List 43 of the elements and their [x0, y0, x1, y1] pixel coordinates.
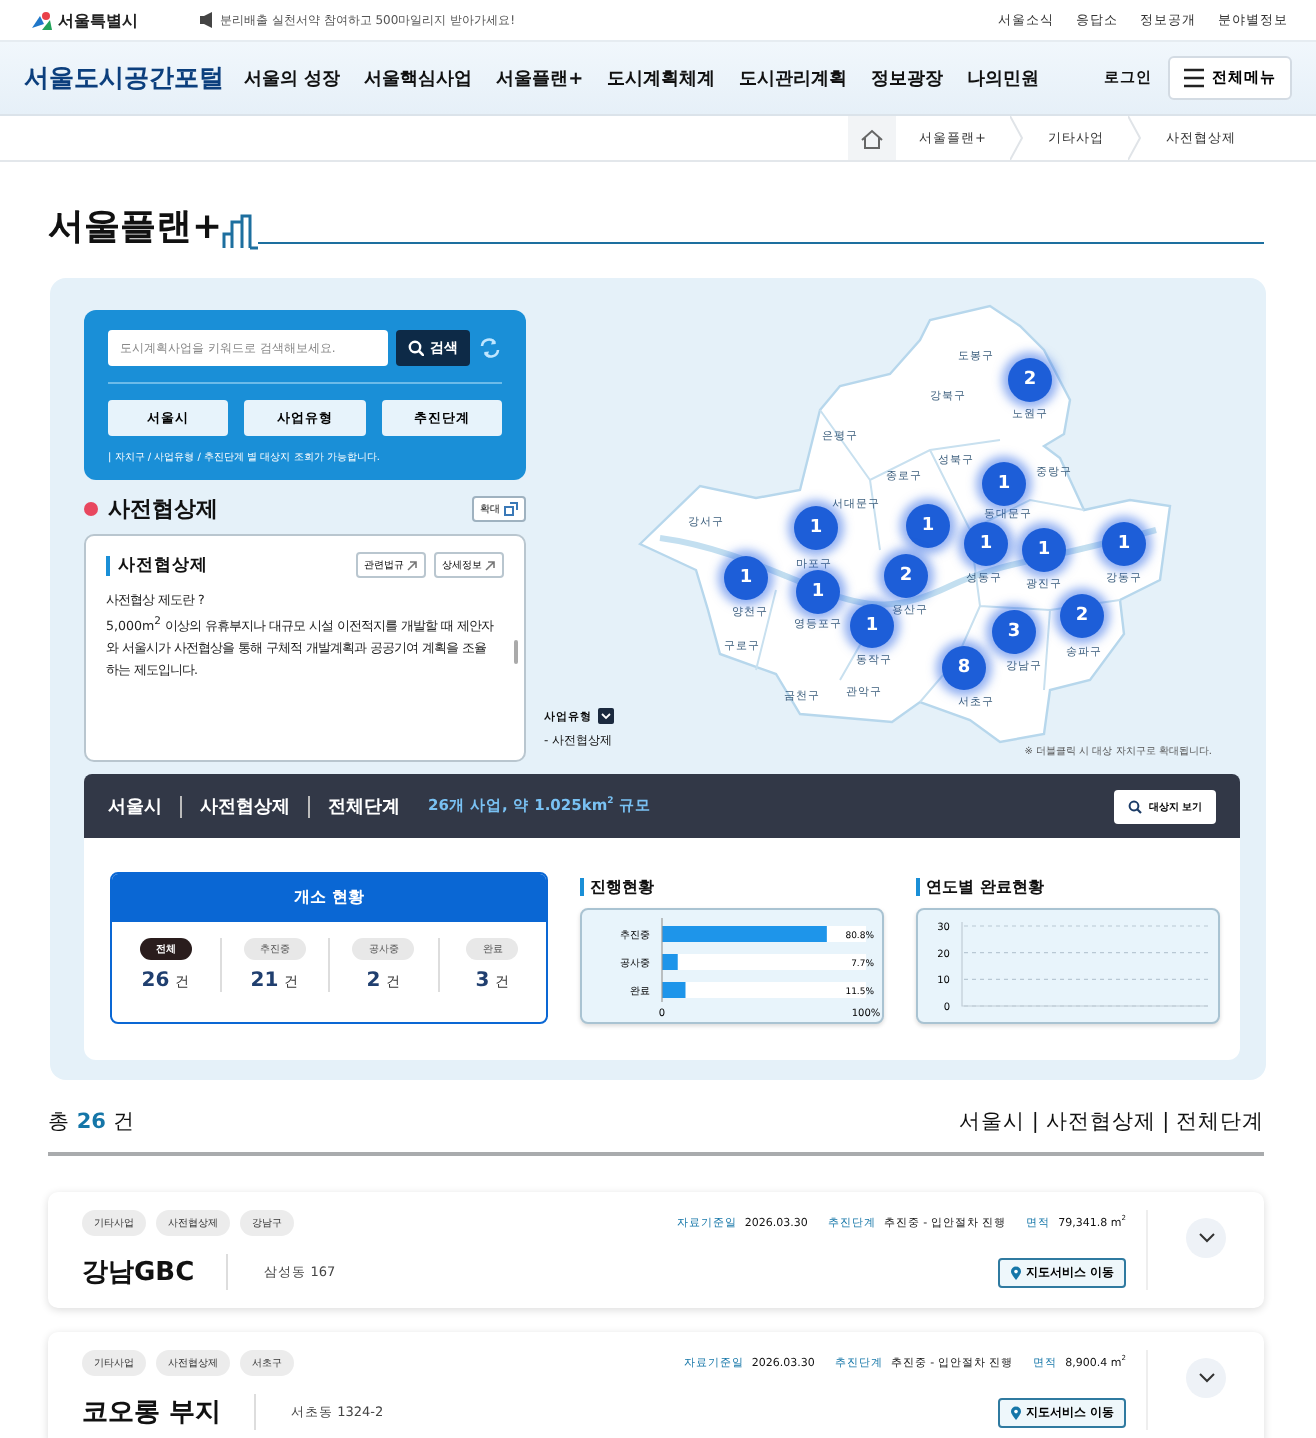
chevron-down-icon	[1197, 1232, 1215, 1244]
dropdown-icon[interactable]	[598, 708, 614, 724]
info-card-title: 사전협상제	[118, 553, 208, 577]
logo-text[interactable]: 서울특별시	[58, 9, 138, 31]
nav-menu-item[interactable]: 도시관리계획	[739, 65, 848, 91]
chart-title: 연도별 완료현황	[926, 876, 1044, 898]
chart-title: 진행현황	[590, 876, 654, 898]
nav-menu-item[interactable]: 도시계획체계	[607, 65, 716, 91]
project-name[interactable]: 코오롱 부지	[82, 1394, 256, 1430]
expand-icon	[504, 502, 518, 516]
megaphone-icon	[198, 10, 214, 30]
skyline-icon	[222, 210, 259, 250]
summary-filter: 전체단계	[328, 795, 400, 819]
external-link-icon	[484, 559, 496, 571]
expand-toggle-button[interactable]	[1186, 1218, 1226, 1258]
page-title: 서울플랜+	[48, 206, 223, 250]
nav-menu-item[interactable]: 서울플랜+	[496, 65, 584, 91]
category-dot-icon	[84, 502, 98, 516]
refresh-icon[interactable]	[478, 336, 502, 360]
external-link-icon	[406, 559, 418, 571]
location-pin-icon	[1009, 1405, 1022, 1419]
progress-bar	[662, 982, 686, 998]
scrollbar[interactable]	[514, 640, 518, 664]
location-pin-icon	[1009, 1265, 1022, 1279]
menu-icon	[1184, 68, 1204, 88]
nav-menu-item[interactable]: 서울의 성장	[244, 65, 341, 91]
seoul-logo-icon	[28, 9, 54, 31]
nav-menu-item[interactable]: 나의민원	[967, 65, 1040, 91]
category-title: 사전협상제	[108, 494, 218, 524]
search-icon	[1128, 799, 1143, 813]
expand-toggle-button[interactable]	[1186, 1358, 1226, 1398]
site-title[interactable]: 서울도시공간포털	[24, 61, 224, 95]
result-count: 총 26 건	[48, 1108, 135, 1136]
summary-filter: 서울시	[108, 795, 162, 819]
nav-menu-item[interactable]: 정보광장	[871, 65, 944, 91]
result-filters: 서울시 | 사전협상제 | 전체단계	[959, 1108, 1264, 1136]
count-card-title: 개소 현황	[112, 874, 546, 922]
chevron-down-icon	[1197, 1372, 1215, 1384]
home-icon[interactable]	[859, 127, 884, 149]
summary-filter: 사전협상제	[200, 795, 290, 819]
nav-menu-item[interactable]: 서울핵심사업	[364, 65, 473, 91]
search-icon	[408, 340, 424, 356]
project-name[interactable]: 강남GBC	[82, 1254, 229, 1290]
